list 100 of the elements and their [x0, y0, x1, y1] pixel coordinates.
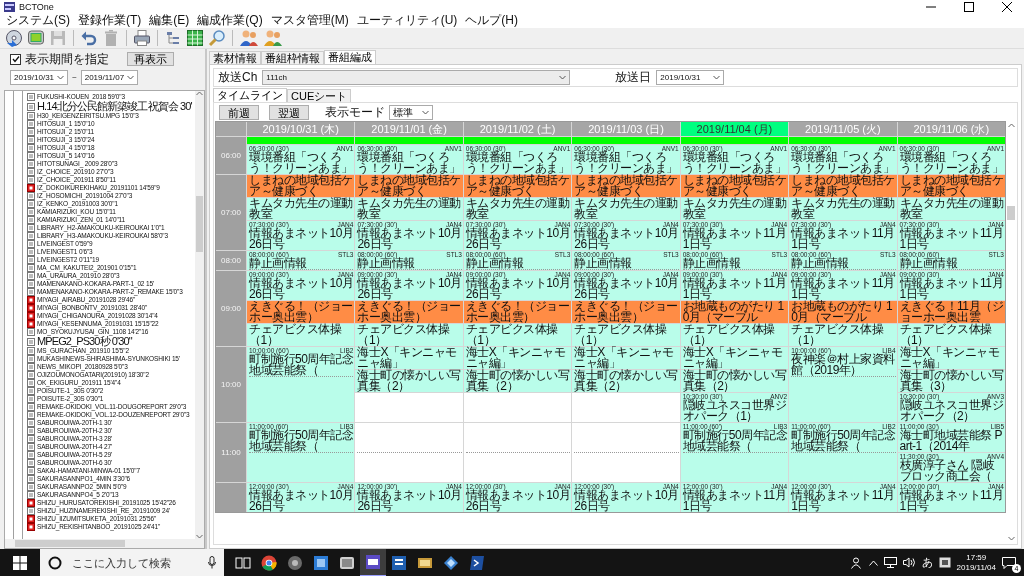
channel-dropdown[interactable]: 111ch [262, 70, 571, 85]
toolbar-button[interactable] [132, 28, 152, 48]
toolbar-button[interactable] [26, 28, 46, 48]
taskbar-app[interactable] [360, 548, 386, 576]
vertical-scrollbar[interactable] [1006, 121, 1016, 543]
schedule-cell[interactable]: しまねの地域包括ケア～健康づく [680, 175, 789, 197]
scroll-thumb[interactable] [196, 196, 203, 252]
schedule-cell[interactable]: しまねの地域包括ケア～健康づく [463, 175, 572, 197]
program-title: 環境番組「つくろう！クリーンあま」 [791, 152, 896, 174]
tab[interactable]: 素材情報 [209, 51, 261, 64]
schedule-cell[interactable]: 海士町の懐かしい写真集（2） [572, 370, 680, 392]
schedule-cell[interactable]: チェアビクス体操（1） [572, 324, 680, 346]
schedule-cell[interactable]: 海士町の懐かしい写真集（3） [897, 370, 1005, 392]
menu-item[interactable]: 編成作業(Q) [193, 14, 267, 27]
toolbar-button[interactable] [238, 28, 260, 48]
schedule-cell[interactable]: チェアビクス体操（1） [680, 324, 789, 346]
tab[interactable]: 番組枠情報 [261, 51, 324, 64]
scroll-thumb[interactable] [15, 540, 125, 547]
schedule-cell[interactable]: えきぐる！（ジョーホー奥出雲） [355, 301, 463, 323]
refresh-button[interactable]: 再表示 [127, 52, 174, 66]
schedule-cell[interactable]: しまねの地域包括ケア～健康づく [897, 175, 1005, 197]
schedule-cell[interactable]: しまねの地域包括ケア～健康づく [355, 175, 463, 197]
schedule-cell[interactable]: 海士X「キンニャモニャ編」 [463, 347, 572, 369]
range-separator: ~ [72, 72, 77, 82]
schedule-cell[interactable]: キムタカ先生の運動教室 [680, 198, 789, 220]
schedule-cell[interactable]: 海士町の懐かしい写真集（2） [463, 370, 572, 392]
chevron-up-icon[interactable] [868, 559, 878, 566]
schedule-cell[interactable]: チェアビクス体操（1） [355, 324, 463, 346]
schedule-cell[interactable]: キムタカ先生の運動教室 [355, 198, 463, 220]
date-header[interactable]: 2019/11/04 (月) [680, 122, 789, 136]
schedule-cell[interactable]: キムタカ先生の運動教室 [572, 198, 680, 220]
menu-item[interactable]: ユーティリティ(U) [352, 14, 462, 27]
undo-icon [80, 29, 98, 47]
search-field[interactable]: ここに入力して検索 [70, 555, 200, 570]
app-logo-icon [4, 1, 15, 12]
schedule-cell[interactable]: チェアビクス体操（1） [463, 324, 572, 346]
date-dropdown[interactable]: 2019/10/31 [656, 70, 725, 85]
schedule-cell[interactable]: えきぐる！（ジョーホー奥出雲） [572, 301, 680, 323]
menu-item[interactable]: マスタ管理(M) [266, 14, 353, 27]
program-title: 情報あまネット10月26日号 [357, 490, 462, 512]
network-icon[interactable] [883, 557, 897, 568]
checkbox[interactable] [10, 53, 21, 65]
tab[interactable]: CUEシート [287, 89, 352, 102]
tree-item[interactable]: MPEG2_PS30秒 0'30" [37, 336, 132, 347]
toolbar-button[interactable] [185, 28, 205, 48]
schedule-cell[interactable]: チェアビクス体操（1） [897, 324, 1005, 346]
tab[interactable]: タイムライン [213, 88, 287, 102]
schedule-cell[interactable]: 海士X「キンニャモニャ編」 [897, 347, 1005, 369]
schedule-cell[interactable]: キムタカ先生の運動教室 [789, 198, 897, 220]
search-bar[interactable]: ここに入力して検索 [40, 548, 224, 576]
horizontal-scrollbar[interactable] [5, 539, 204, 548]
date-from-field[interactable]: 2019/10/31 [10, 69, 69, 85]
schedule-cell[interactable]: チェアビクス体操（1） [247, 324, 355, 346]
date-to-field[interactable]: 2019/11/07 [80, 69, 139, 85]
schedule-cell[interactable]: お地蔵ものがたり 10月（マーブル [680, 301, 789, 323]
users-icon [263, 29, 283, 47]
program-title: 情報あまネット11月1日号 [791, 490, 895, 512]
menu-item[interactable]: 登録作業(T) [74, 14, 146, 27]
menu-item[interactable]: 編集(E) [145, 14, 194, 27]
schedule-cell[interactable]: しまねの地域包括ケア～健康づく [572, 175, 680, 197]
schedule-cell[interactable]: 海士町の懐かしい写真集（2） [680, 370, 789, 392]
caret-icon [559, 75, 567, 80]
app-icon [391, 554, 407, 571]
vertical-scrollbar[interactable] [195, 91, 204, 539]
schedule-cell[interactable]: えきぐる！（ジョーホー奥出雲） [463, 301, 572, 323]
scroll-thumb[interactable] [1007, 206, 1015, 220]
windows-icon[interactable] [13, 555, 27, 570]
schedule-cell[interactable]: キムタカ先生の運動教室 [247, 198, 355, 220]
clock-time[interactable]: 17:59 [966, 552, 987, 563]
schedule-cell[interactable]: 海士町の懐かしい写真集（2） [355, 370, 463, 392]
person-icon[interactable] [850, 556, 863, 569]
toolbar-button[interactable] [207, 28, 227, 48]
toolbar-button[interactable] [4, 28, 24, 48]
schedule-cell[interactable]: キムタカ先生の運動教室 [463, 198, 572, 220]
schedule-cell[interactable]: お地蔵ものがたり 10月（マーブル [789, 301, 897, 323]
schedule-cell[interactable]: 海士X「キンニャモニャ編」 [355, 347, 463, 369]
program-title: 環境番組「つくろう！クリーンあま」 [574, 152, 679, 174]
volume-icon[interactable] [902, 557, 916, 568]
schedule-cell[interactable]: えきぐる！（ジョーホー奥出雲） [247, 301, 355, 323]
mode-dropdown[interactable]: 標準 [389, 105, 433, 120]
week-button[interactable]: 前週 [219, 105, 259, 120]
schedule-cell[interactable]: チェアビクス体操（1） [789, 324, 897, 346]
menu-item[interactable]: ヘルプ(H) [461, 14, 522, 27]
schedule-cell[interactable]: 海士X「キンニャモニャ編」 [680, 347, 789, 369]
schedule-cell[interactable]: しまねの地域包括ケア～健康づく [789, 175, 897, 197]
clock-date[interactable]: 2019/11/04 [956, 562, 996, 573]
toolbar-button[interactable] [262, 28, 284, 48]
schedule-cell[interactable]: 海士X「キンニャモニャ編」 [572, 347, 680, 369]
schedule-cell[interactable]: えきぐる！11月（ジョーホー奥出雲 [897, 301, 1005, 323]
schedule-cell[interactable]: キムタカ先生の運動教室 [897, 198, 1005, 220]
program-title: 環境番組「つくろう！クリーンあま」 [249, 152, 354, 174]
program-title: 情報あまネット11月1日号 [791, 278, 895, 300]
tab[interactable]: 番組編成 [324, 50, 376, 64]
tree-item[interactable]: H.14北分公民館新築竣工祝賀会 30' [37, 101, 192, 112]
program-title: 情報あまネット11月1日号 [899, 490, 1004, 512]
ime-indicator[interactable]: あ [921, 555, 933, 570]
schedule-cell[interactable]: しまねの地域包括ケア～健康づく [247, 175, 355, 197]
keyboard-icon[interactable] [938, 557, 951, 568]
menu-item[interactable]: システム(S) [2, 14, 74, 27]
week-button[interactable]: 翌週 [269, 105, 309, 120]
